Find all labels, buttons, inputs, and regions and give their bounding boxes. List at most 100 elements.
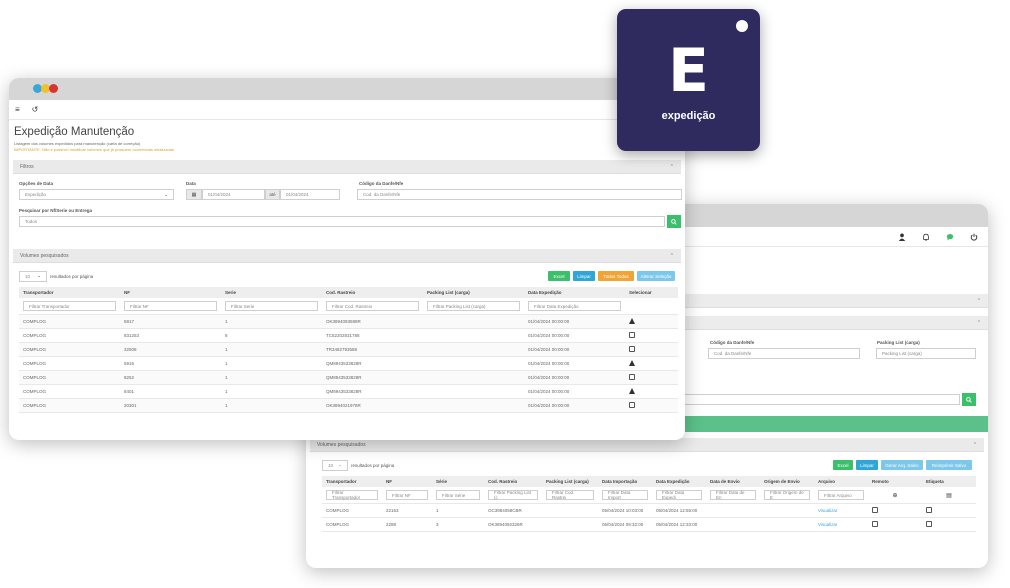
power-icon[interactable]: [970, 233, 978, 241]
back-filter-input[interactable]: Filtrar Data de En: [710, 490, 756, 500]
warning-icon[interactable]: [629, 318, 635, 324]
cell-select[interactable]: [625, 370, 678, 385]
opcoes-label: Opções de Data: [19, 181, 54, 186]
select-checkbox[interactable]: [629, 332, 635, 338]
back-filter-input[interactable]: Filtrar Data Expedi: [656, 490, 702, 500]
back-filter-input[interactable]: Filtrar NF: [386, 490, 428, 500]
back-limpar-button[interactable]: Limpar: [856, 460, 878, 470]
back-filter-cell: Filtrar NF: [382, 487, 432, 504]
cell-remoto[interactable]: [868, 517, 922, 532]
back-nf-input[interactable]: Cod. da Danfe/Nfe: [708, 348, 860, 359]
front-filter-input[interactable]: Filtrar Transportador: [23, 301, 116, 311]
back-packing-input[interactable]: Packing List (carga): [876, 348, 976, 359]
back-excel-button[interactable]: Excel: [833, 460, 853, 470]
table-row: COMPLOG 5917 1 OK3894093588R 01/04/2024 00:0…: [19, 314, 678, 329]
back-reimprimir-button[interactable]: Reimprimir Salvo: [926, 460, 972, 470]
back-filter-input[interactable]: Filtrar Data Import: [602, 490, 648, 500]
cell-packing: [423, 356, 524, 371]
back-col-header[interactable]: Remoto: [868, 476, 922, 487]
opcoes-select[interactable]: Expedição ⌄: [19, 189, 174, 200]
back-col-header[interactable]: Packing List (carga): [542, 476, 598, 487]
back-filter-input[interactable]: Filtrar Série: [436, 490, 480, 500]
front-col-header[interactable]: NF: [120, 287, 221, 298]
filters-head[interactable]: Filtros ⌃: [13, 160, 681, 174]
danfe-input[interactable]: Cod. da Danfe/Nfe: [357, 189, 682, 200]
refresh-icon[interactable]: ↺: [32, 105, 39, 114]
search-button[interactable]: [667, 215, 681, 228]
cell-etiqueta[interactable]: [922, 503, 976, 518]
front-col-header[interactable]: Packing List (carga): [423, 287, 524, 298]
cell-transp: COMPLOG: [322, 517, 382, 532]
limpar-button[interactable]: Limpar: [573, 271, 595, 281]
results-head[interactable]: Volumes pesquisados ⌃: [13, 249, 681, 263]
front-filter-input[interactable]: Filtrar Serie: [225, 301, 318, 311]
cell-select[interactable]: [625, 384, 678, 399]
front-col-header[interactable]: Serie: [221, 287, 322, 298]
cell-transp: COMPLOG: [19, 356, 120, 371]
front-col-header[interactable]: Data Expedição: [524, 287, 625, 298]
remote-icon[interactable]: ⊕: [892, 493, 897, 499]
calendar-icon[interactable]: ▦: [186, 189, 202, 200]
back-gerar-button[interactable]: Gerar Arq. Salvo: [881, 460, 923, 470]
cell-arquivo-link[interactable]: Visualizar: [814, 517, 868, 532]
back-filter-input[interactable]: Filtrar Transportador: [326, 490, 378, 500]
alterar-button[interactable]: Alterar Seleção: [637, 271, 675, 281]
back-col-header[interactable]: Origem de Envio: [760, 476, 814, 487]
back-col-header[interactable]: Etiqueta: [922, 476, 976, 487]
cell-remoto[interactable]: [868, 503, 922, 518]
back-filter-input[interactable]: Filtrar Packing List (c: [488, 490, 538, 500]
back-col-header[interactable]: Transportador: [322, 476, 382, 487]
warning-icon[interactable]: [629, 360, 635, 366]
maximize-dot[interactable]: [49, 84, 58, 93]
cell-arquivo-link[interactable]: Visualizar: [814, 503, 868, 518]
back-col-header[interactable]: Data Expedição: [652, 476, 706, 487]
date-to-input[interactable]: 01/04/2024: [280, 189, 340, 200]
cell-select[interactable]: [625, 398, 678, 413]
warning-icon[interactable]: [629, 388, 635, 394]
front-filter-input[interactable]: Filtrar NF: [124, 301, 217, 311]
back-col-header[interactable]: Data Importação: [598, 476, 652, 487]
label-checkbox[interactable]: [926, 507, 932, 513]
back-search-button[interactable]: [962, 393, 976, 406]
back-page-size[interactable]: 10 ⌄: [322, 459, 348, 471]
page-size-select[interactable]: 10 ⌄: [19, 270, 47, 282]
back-col-header[interactable]: Data de Envio: [706, 476, 760, 487]
search-input[interactable]: Todos: [19, 216, 665, 227]
cell-select[interactable]: [625, 328, 678, 343]
bell-icon[interactable]: [922, 233, 930, 241]
excel-button[interactable]: Excel: [548, 271, 570, 281]
cell-exped: 05/04/2024 12:33:00: [652, 517, 706, 532]
front-col-header[interactable]: Transportador: [19, 287, 120, 298]
front-filter-cell: [625, 298, 678, 315]
cell-select[interactable]: [625, 356, 678, 371]
chat-icon[interactable]: [946, 233, 954, 241]
cell-select[interactable]: [625, 314, 678, 329]
print-icon[interactable]: ▤: [946, 493, 952, 499]
back-filter-input[interactable]: Filtrar Cod. Rastrei: [546, 490, 594, 500]
back-filter-cell: Filtrar Cod. Rastrei: [542, 487, 598, 504]
front-col-header[interactable]: Cod. Rastreio: [322, 287, 423, 298]
back-filter-input[interactable]: Filtrar Arquivo: [818, 490, 864, 500]
front-filter-input[interactable]: Filtrar Cod. Rastreio: [326, 301, 419, 311]
date-from-input[interactable]: 01/04/2024: [202, 189, 265, 200]
remote-checkbox[interactable]: [872, 507, 878, 513]
user-icon[interactable]: [898, 233, 906, 241]
select-checkbox[interactable]: [629, 402, 635, 408]
front-filter-input[interactable]: Filtrar Packing List (carga): [427, 301, 520, 311]
cell-etiqueta[interactable]: [922, 517, 976, 532]
cell-select[interactable]: [625, 342, 678, 357]
cell-envio: [706, 517, 760, 532]
back-col-header[interactable]: Cod. Rastreio: [484, 476, 542, 487]
select-checkbox[interactable]: [629, 346, 635, 352]
remote-checkbox[interactable]: [872, 521, 878, 527]
todos-button[interactable]: Todos Todos: [598, 271, 634, 281]
back-filter-input[interactable]: Filtrar Origem de E: [764, 490, 810, 500]
menu-icon[interactable]: ≡: [15, 105, 20, 114]
back-col-header[interactable]: Arquivo: [814, 476, 868, 487]
select-checkbox[interactable]: [629, 374, 635, 380]
front-filter-input[interactable]: Filtrar Data Expedição: [528, 301, 621, 311]
back-col-header[interactable]: Série: [432, 476, 484, 487]
front-window: ≡ ↺ Expedição Manutenção Listagem dos vo…: [9, 78, 685, 440]
back-col-header[interactable]: NF: [382, 476, 432, 487]
label-checkbox[interactable]: [926, 521, 932, 527]
